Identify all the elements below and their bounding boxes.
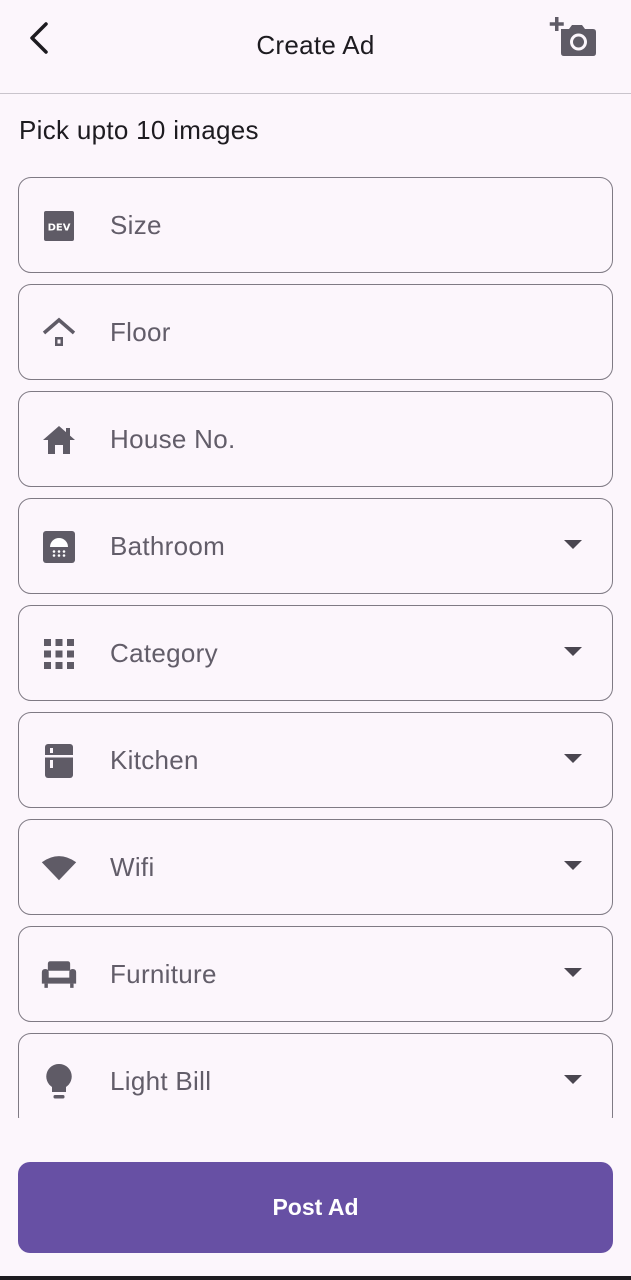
form-fields: DEV Size Floor House No. Bathroom Catego…: [18, 177, 613, 1118]
kitchen-icon: [41, 743, 77, 779]
chevron-down-icon: [564, 647, 582, 656]
category-dropdown[interactable]: Category: [18, 605, 613, 701]
category-dropdown-label: Category: [110, 638, 218, 668]
furniture-dropdown[interactable]: Furniture: [18, 926, 613, 1022]
house-no-field-label: House No.: [110, 424, 236, 454]
developer-board-icon: DEV: [41, 208, 77, 244]
chair-icon: [41, 957, 77, 993]
size-field[interactable]: DEV Size: [18, 177, 613, 273]
light-bill-dropdown-label: Light Bill: [110, 1066, 212, 1096]
chevron-down-icon: [564, 1075, 582, 1084]
page-title: Create Ad: [256, 30, 375, 60]
apps-grid-icon: [41, 636, 77, 672]
chevron-down-icon: [564, 540, 582, 549]
chevron-down-icon: [564, 754, 582, 763]
pick-images-label: Pick upto 10 images: [19, 115, 259, 145]
house-no-field[interactable]: House No.: [18, 391, 613, 487]
wifi-icon: [41, 850, 77, 886]
lightbulb-icon: [41, 1063, 77, 1100]
house-outline-icon: [41, 315, 77, 351]
kitchen-dropdown-label: Kitchen: [110, 745, 199, 775]
floor-field[interactable]: Floor: [18, 284, 613, 380]
app-bar: Create Ad: [0, 0, 631, 94]
bathroom-dropdown[interactable]: Bathroom: [18, 498, 613, 594]
wifi-dropdown-label: Wifi: [110, 852, 155, 882]
wifi-dropdown[interactable]: Wifi: [18, 819, 613, 915]
bathroom-dropdown-label: Bathroom: [110, 531, 226, 561]
floor-field-label: Floor: [110, 317, 171, 347]
kitchen-dropdown[interactable]: Kitchen: [18, 712, 613, 808]
add-photo-button[interactable]: [546, 12, 600, 62]
house-icon: [41, 422, 77, 458]
add-a-photo-icon: [549, 17, 596, 56]
chevron-down-icon: [564, 861, 582, 870]
furniture-dropdown-label: Furniture: [110, 959, 217, 989]
chevron-down-icon: [564, 968, 582, 977]
light-bill-dropdown[interactable]: Light Bill: [18, 1033, 613, 1118]
svg-text:DEV: DEV: [48, 223, 71, 234]
post-ad-button[interactable]: Post Ad: [18, 1162, 613, 1253]
shower-icon: [41, 529, 77, 565]
size-field-label: Size: [110, 210, 162, 240]
bottom-edge: [0, 1276, 631, 1280]
